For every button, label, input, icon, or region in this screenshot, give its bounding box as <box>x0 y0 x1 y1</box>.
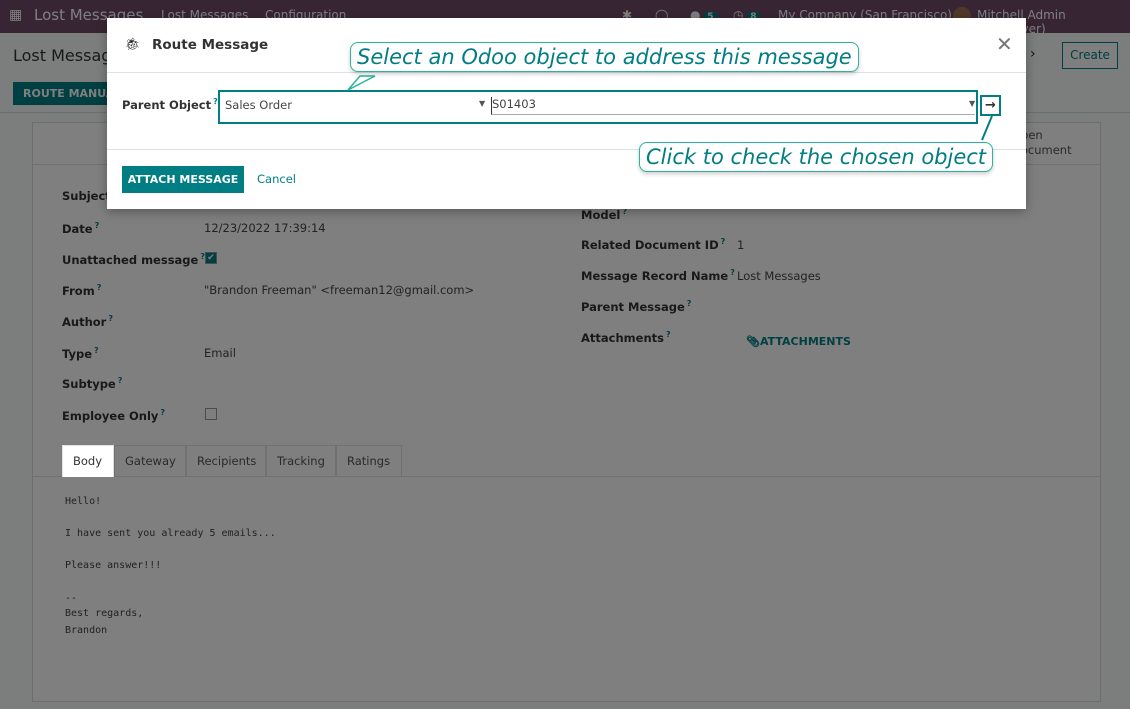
check-object-callout: Click to check the chosen object <box>639 142 994 172</box>
select-object-callout: Select an Odoo object to address this me… <box>350 42 859 72</box>
tab-body[interactable]: Body <box>62 445 114 477</box>
callout-pointers <box>347 75 993 141</box>
